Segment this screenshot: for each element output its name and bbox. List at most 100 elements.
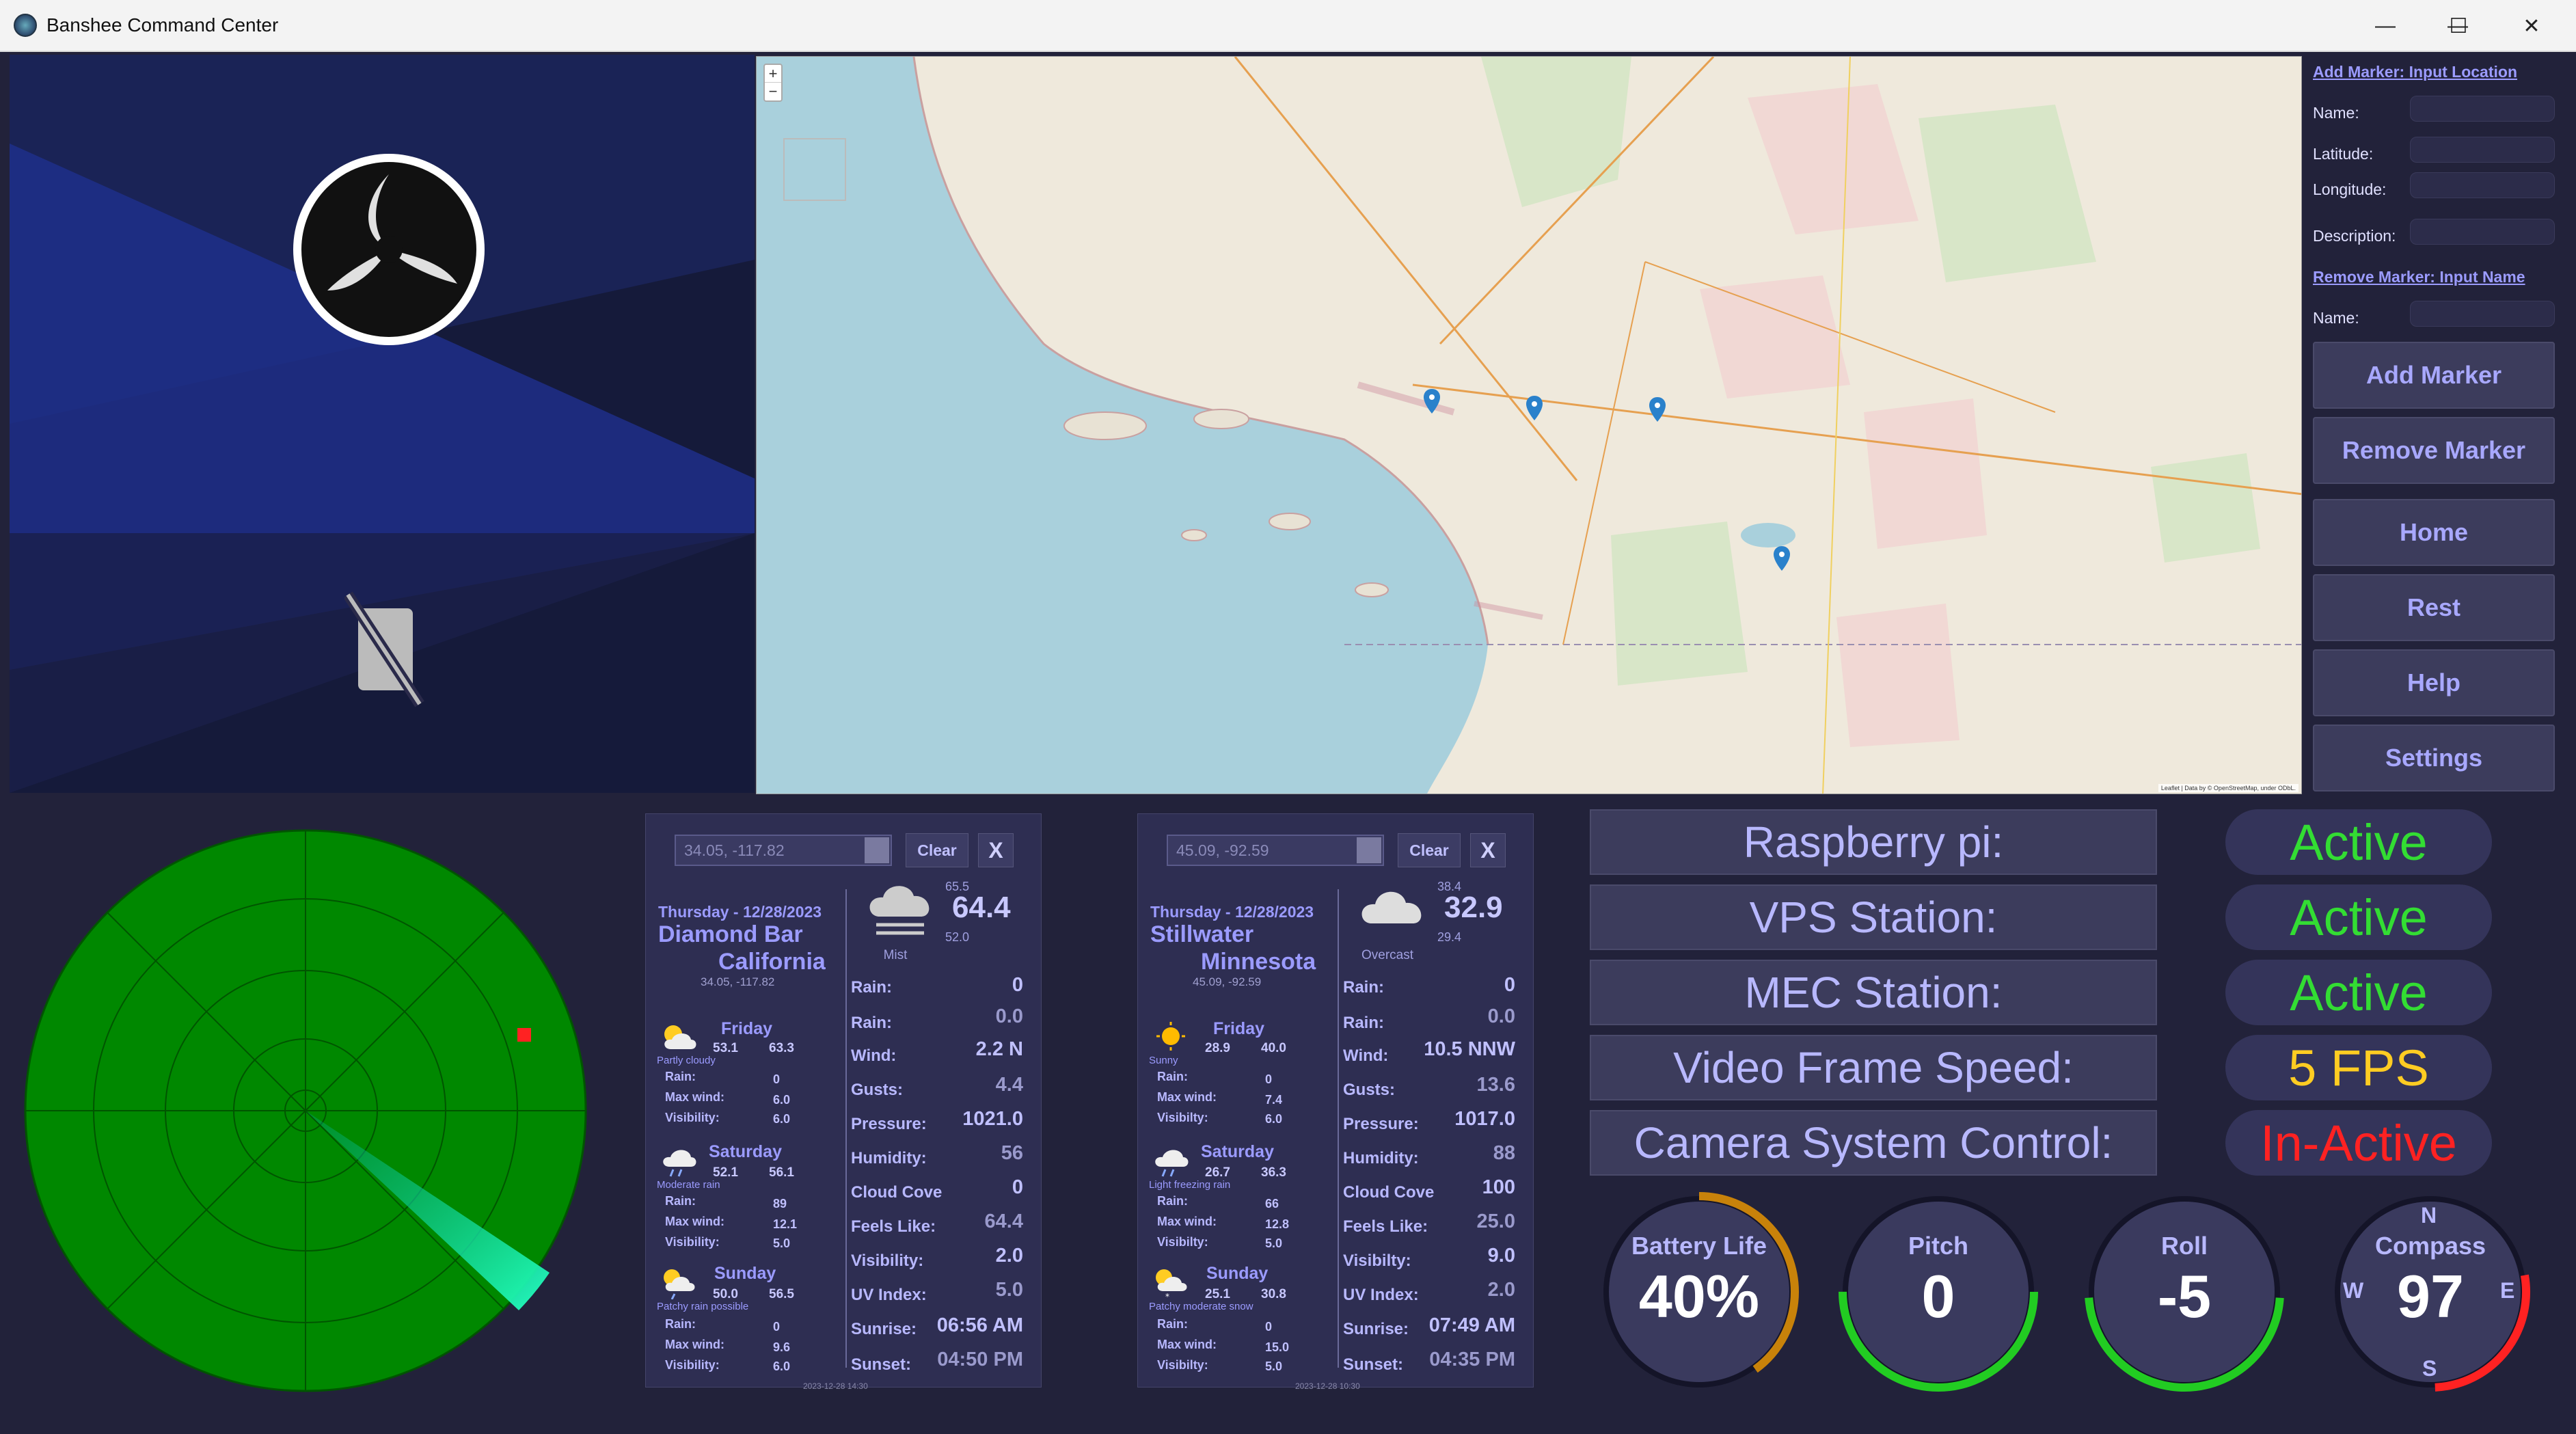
longitude-input[interactable] <box>2410 172 2555 198</box>
stat-value: 04:35 PM <box>1429 1349 1515 1370</box>
forecast-low: 63.3 <box>769 1041 794 1055</box>
forecast-high: 26.7 <box>1205 1165 1230 1180</box>
forecast-rain: 0 <box>773 1320 781 1334</box>
zoom-out-button[interactable]: − <box>769 83 778 100</box>
stat-value: 64.4 <box>984 1210 1023 1232</box>
chevron-down-icon[interactable] <box>1357 837 1381 863</box>
stat-label: Wind: <box>851 1046 897 1065</box>
map-marker-icon[interactable] <box>1649 397 1666 422</box>
marker-sidebar: Add Marker: Input Location Name: Latitud… <box>2309 55 2568 800</box>
forecast-wind-label: Max wind: <box>665 1090 725 1104</box>
stat-label: Humidity: <box>851 1149 927 1167</box>
clear-button[interactable]: Clear <box>906 833 968 867</box>
forecast-wind: 7.4 <box>1265 1093 1283 1107</box>
stat-label: Gusts: <box>1343 1081 1396 1099</box>
add-marker-button[interactable]: Add Marker <box>2313 342 2555 409</box>
gauge-title: Battery Life <box>1631 1232 1767 1260</box>
forecast-low: 56.1 <box>769 1165 794 1180</box>
mist-icon <box>869 886 930 935</box>
location-value: 45.09, -92.59 <box>1176 841 1269 859</box>
forecast-day: Friday <box>721 1019 773 1038</box>
stat-label: Pressure: <box>1343 1115 1419 1133</box>
forecast-high: 53.1 <box>713 1041 738 1055</box>
stat-label: Visibilty: <box>1343 1252 1411 1270</box>
roll-gauge: Roll -5 <box>2082 1189 2287 1394</box>
obs-logo-icon <box>293 154 485 345</box>
description-input[interactable] <box>2410 219 2555 245</box>
close-card-button[interactable]: X <box>1470 833 1506 867</box>
stat-label: Sunrise: <box>1343 1320 1409 1338</box>
location-value: 34.05, -117.82 <box>684 841 785 859</box>
map-view[interactable]: + − Leaflet | Data by © OpenStreetMap, u… <box>756 56 2302 794</box>
stat-value: 1021.0 <box>962 1108 1023 1130</box>
location-select[interactable]: 45.09, -92.59 <box>1167 835 1384 866</box>
compass-north: N <box>2421 1203 2437 1228</box>
rest-button[interactable]: Rest <box>2313 574 2555 641</box>
weather-coords: 45.09, -92.59 <box>1193 975 1262 988</box>
weather-card: 34.05, -117.82 Clear X Thursday - 12/28/… <box>645 813 1042 1391</box>
map-marker-icon[interactable] <box>1526 396 1543 420</box>
forecast-day: Saturday <box>1201 1142 1274 1161</box>
marker-name-input[interactable] <box>2410 96 2555 122</box>
stat-label: Feels Like: <box>1343 1217 1428 1236</box>
maximize-button[interactable]: ☐ <box>2423 0 2494 52</box>
stat-value: 1017.0 <box>1454 1108 1515 1130</box>
gauge-title: Compass <box>2374 1232 2486 1260</box>
forecast-rain-label: Rain: <box>1157 1194 1188 1208</box>
stat-label: Sunset: <box>851 1355 912 1374</box>
forecast-rain: 66 <box>1265 1197 1279 1210</box>
stat-value: 2.0 <box>995 1245 1023 1267</box>
status-label-raspberry-pi: Raspberry pi: <box>1590 809 2157 875</box>
gauge-value: 0 <box>1921 1262 1955 1330</box>
video-feed-panel <box>10 55 755 793</box>
forecast-rain-label: Rain: <box>1157 1317 1188 1331</box>
min-button[interactable]: — <box>2350 0 2421 52</box>
settings-button[interactable]: Settings <box>2313 725 2555 792</box>
forecast-wind: 15.0 <box>1265 1340 1290 1354</box>
forecast-rain: 0 <box>773 1072 781 1086</box>
forecast-visibility-label: Visibility: <box>665 1358 720 1372</box>
forecast-condition: Sunny <box>1149 1055 1178 1066</box>
chevron-down-icon[interactable] <box>865 837 889 863</box>
stat-label: Wind: <box>1343 1046 1389 1065</box>
close-card-button[interactable]: X <box>978 833 1014 867</box>
close-window-button[interactable]: ✕ <box>2496 0 2567 52</box>
map-marker-icon[interactable] <box>1424 389 1440 414</box>
battery-gauge: Battery Life 40% <box>1597 1189 1802 1394</box>
city-name: Diamond Bar <box>658 921 803 947</box>
forecast-rain: 0 <box>1265 1320 1273 1334</box>
stat-value: 0 <box>1504 974 1515 996</box>
temp-low: 29.4 <box>1437 930 1462 944</box>
forecast-day: Sunday <box>1206 1264 1269 1283</box>
location-select[interactable]: 34.05, -117.82 <box>675 835 892 866</box>
stat-value: 25.0 <box>1476 1210 1515 1232</box>
partly-cloudy-icon <box>664 1025 696 1049</box>
home-button[interactable]: Home <box>2313 499 2555 566</box>
zoom-in-button[interactable]: + <box>765 65 781 83</box>
forecast-day: Saturday <box>709 1142 782 1161</box>
map-marker-icon[interactable] <box>1774 546 1790 571</box>
remove-name-input[interactable] <box>2410 301 2555 327</box>
remove-marker-button[interactable]: Remove Marker <box>2313 417 2555 484</box>
state-name: Minnesota <box>1201 949 1316 975</box>
freezing-rain-icon <box>1155 1150 1189 1177</box>
rain-icon <box>663 1150 696 1177</box>
radar-scope <box>24 829 587 1392</box>
forecast-wind: 12.1 <box>773 1217 798 1231</box>
stat-value: 0.0 <box>1487 1005 1515 1027</box>
weather-city: Stillwater Minnesota <box>1150 921 1335 975</box>
latitude-input[interactable] <box>2410 137 2555 163</box>
stat-value: 100 <box>1482 1176 1515 1198</box>
stat-label: Visibility: <box>851 1252 924 1270</box>
map-attribution[interactable]: Leaflet | Data by © OpenStreetMap, under… <box>2158 784 2299 792</box>
map-zoom-controls: + − <box>763 64 783 102</box>
stat-value: 0 <box>1012 1176 1023 1198</box>
status-value-raspberry-pi: Active <box>2225 809 2492 875</box>
clear-button[interactable]: Clear <box>1398 833 1461 867</box>
stat-value: 5.0 <box>995 1279 1023 1301</box>
forecast-visibility: 6.0 <box>1265 1112 1283 1126</box>
stat-label: Feels Like: <box>851 1217 936 1236</box>
sun-rain-icon <box>664 1269 695 1299</box>
stat-value: 56 <box>1001 1142 1023 1164</box>
help-button[interactable]: Help <box>2313 649 2555 716</box>
